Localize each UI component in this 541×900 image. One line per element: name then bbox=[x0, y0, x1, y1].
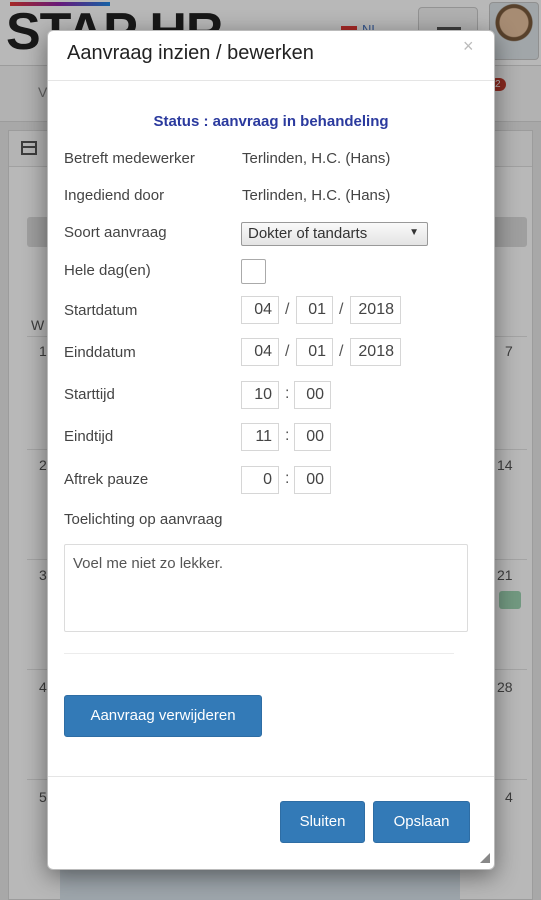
time-separator: : bbox=[285, 470, 290, 487]
end-time-label: Eindtijd bbox=[64, 428, 114, 445]
time-separator: : bbox=[285, 427, 290, 444]
request-modal: Aanvraag inzien / bewerken × Status : aa… bbox=[47, 30, 495, 870]
submitted-by-value: Terlinden, H.C. (Hans) bbox=[242, 187, 391, 204]
date-separator: / bbox=[285, 343, 290, 360]
end-month-input[interactable]: 01 bbox=[296, 338, 333, 366]
full-day-label: Hele dag(en) bbox=[64, 262, 151, 279]
employee-label: Betreft medewerker bbox=[64, 150, 195, 167]
end-hour-input[interactable]: 11 bbox=[241, 423, 279, 451]
start-month-input[interactable]: 01 bbox=[296, 296, 333, 324]
save-button[interactable]: Opslaan bbox=[373, 801, 470, 843]
resize-handle-icon[interactable] bbox=[480, 853, 490, 863]
pause-hour-input[interactable]: 0 bbox=[241, 466, 279, 494]
start-time-label: Starttijd bbox=[64, 386, 115, 403]
request-type-label: Soort aanvraag bbox=[64, 224, 167, 241]
pause-minute-input[interactable]: 00 bbox=[294, 466, 331, 494]
date-separator: / bbox=[339, 343, 344, 360]
close-button[interactable]: Sluiten bbox=[280, 801, 365, 843]
end-date-label: Einddatum bbox=[64, 344, 136, 361]
request-type-select[interactable]: Dokter of tandarts ▼ bbox=[241, 222, 428, 246]
start-date-label: Startdatum bbox=[64, 302, 138, 319]
end-minute-input[interactable]: 00 bbox=[294, 423, 331, 451]
employee-value: Terlinden, H.C. (Hans) bbox=[242, 150, 391, 167]
request-type-value: Dokter of tandarts bbox=[248, 225, 368, 242]
modal-footer-divider bbox=[48, 776, 494, 777]
start-hour-input[interactable]: 10 bbox=[241, 381, 279, 409]
delete-request-button[interactable]: Aanvraag verwijderen bbox=[64, 695, 262, 737]
start-day-input[interactable]: 04 bbox=[241, 296, 279, 324]
modal-header: Aanvraag inzien / bewerken × bbox=[48, 31, 494, 81]
dropdown-arrow-icon: ▼ bbox=[409, 227, 419, 238]
end-day-input[interactable]: 04 bbox=[241, 338, 279, 366]
time-separator: : bbox=[285, 385, 290, 402]
close-icon[interactable]: × bbox=[463, 36, 474, 56]
full-day-checkbox[interactable] bbox=[241, 259, 266, 284]
start-year-input[interactable]: 2018 bbox=[350, 296, 401, 324]
end-year-input[interactable]: 2018 bbox=[350, 338, 401, 366]
submitted-by-label: Ingediend door bbox=[64, 187, 165, 204]
start-minute-input[interactable]: 00 bbox=[294, 381, 331, 409]
note-textarea[interactable]: Voel me niet zo lekker. bbox=[64, 544, 468, 632]
pause-label: Aftrek pauze bbox=[64, 471, 149, 488]
status-text: Status : aanvraag in behandeling bbox=[153, 113, 389, 130]
note-label: Toelichting op aanvraag bbox=[64, 511, 223, 528]
modal-title: Aanvraag inzien / bewerken bbox=[67, 42, 314, 64]
date-separator: / bbox=[285, 301, 290, 318]
date-separator: / bbox=[339, 301, 344, 318]
divider bbox=[64, 653, 454, 654]
